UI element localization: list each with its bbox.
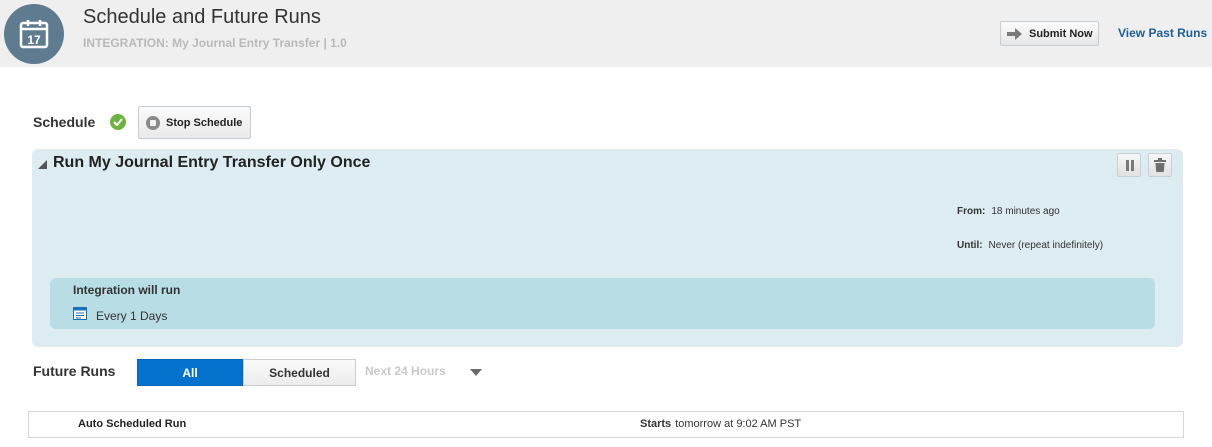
filter-scheduled-button[interactable]: Scheduled [243, 359, 356, 386]
view-past-runs-link[interactable]: View Past Runs [1118, 26, 1207, 40]
check-circle-icon [110, 114, 126, 130]
submit-now-button[interactable]: Submit Now [1000, 21, 1099, 46]
calendar-day-text: 17 [27, 33, 41, 47]
run-frequency-title: Integration will run [73, 283, 181, 297]
schedule-panel-title: Run My Journal Entry Transfer Only Once [53, 154, 371, 171]
schedule-panel: Run My Journal Entry Transfer Only Once … [32, 149, 1183, 347]
from-row: From: 18 minutes ago [957, 206, 1060, 217]
page-title: Schedule and Future Runs [83, 6, 321, 28]
collapse-triangle-icon[interactable] [38, 160, 47, 169]
run-frequency-box: Integration will run Every 1 Days [50, 278, 1155, 329]
schedule-label: Schedule [33, 114, 96, 130]
submit-now-label: Submit Now [1029, 27, 1093, 40]
from-value: 18 minutes ago [991, 206, 1060, 217]
calendar-icon: 17 [4, 4, 64, 64]
future-runs-table: Auto Scheduled Run Starts tomorrow at 9:0… [28, 411, 1184, 438]
future-runs-label: Future Runs [33, 363, 116, 379]
page-subtitle: INTEGRATION: My Journal Entry Transfer |… [83, 36, 347, 50]
run-start: Starts tomorrow at 9:02 AM PST [640, 418, 801, 430]
run-start-value: tomorrow at 9:02 AM PST [675, 418, 802, 430]
from-label: From: [957, 206, 986, 217]
calendar-small-icon [73, 307, 87, 320]
caret-down-icon[interactable] [470, 369, 482, 376]
until-label: Until: [957, 240, 983, 251]
until-row: Until: Never (repeat indefinitely) [957, 240, 1103, 251]
until-value: Never (repeat indefinitely) [988, 240, 1104, 251]
run-frequency-value: Every 1 Days [96, 309, 168, 323]
pause-button[interactable] [1117, 153, 1141, 177]
filter-all-button[interactable]: All [137, 359, 243, 386]
stop-schedule-button[interactable]: Stop Schedule [138, 106, 251, 139]
range-select[interactable]: Next 24 Hours [365, 364, 446, 378]
delete-button[interactable] [1148, 153, 1172, 177]
page-header: 17 Schedule and Future Runs INTEGRATION:… [0, 0, 1212, 67]
arrow-right-icon [1007, 27, 1022, 40]
trash-icon [1154, 158, 1166, 172]
stop-schedule-label: Stop Schedule [166, 116, 243, 129]
run-start-label: Starts [640, 418, 672, 430]
stop-icon [146, 115, 160, 130]
run-name: Auto Scheduled Run [78, 418, 187, 430]
